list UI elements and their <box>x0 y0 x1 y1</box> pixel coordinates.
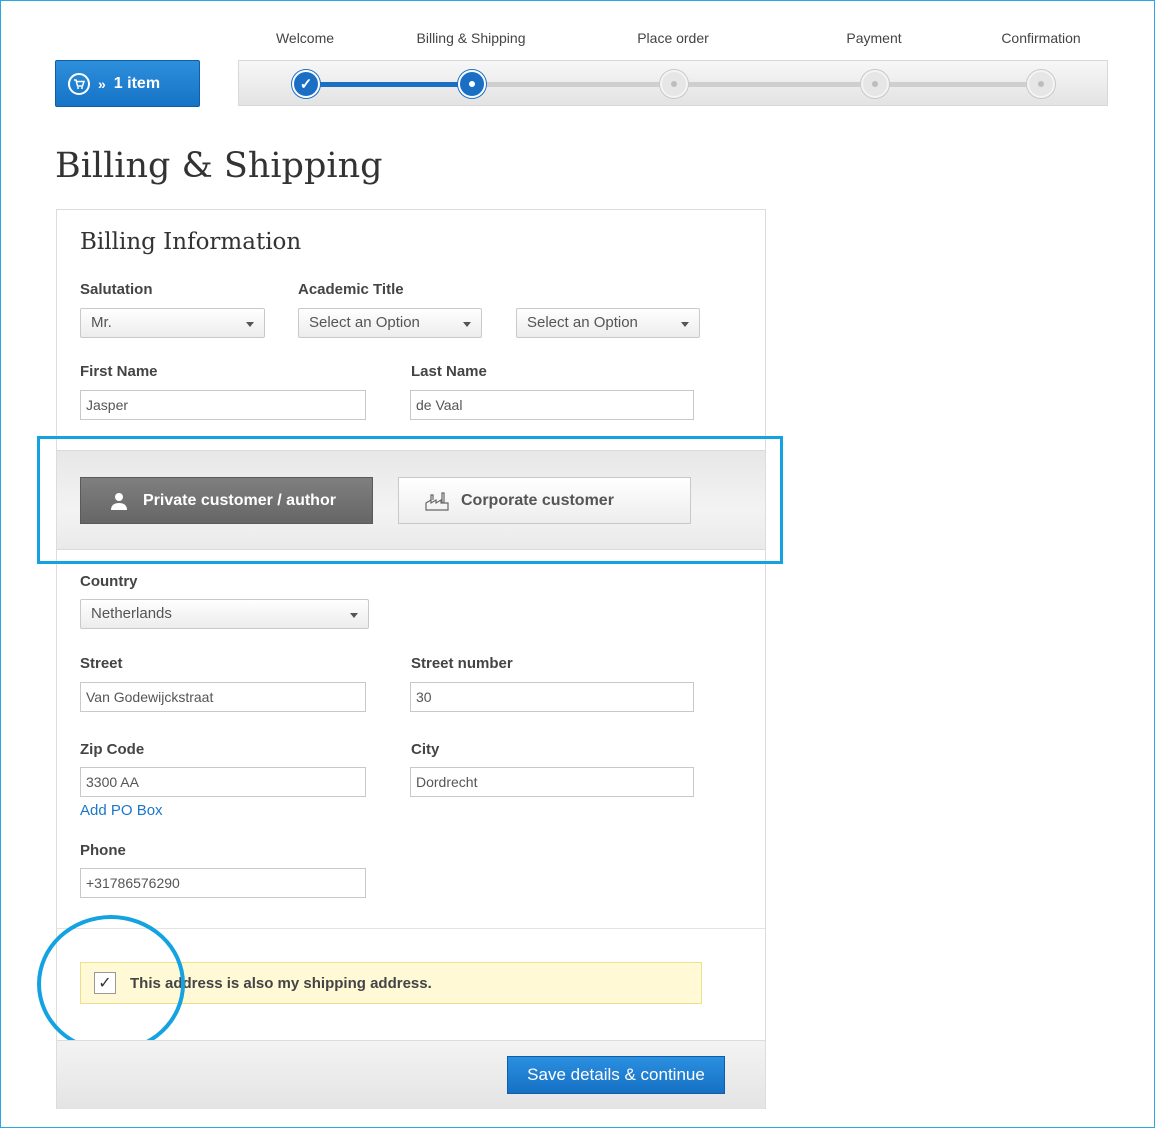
person-icon <box>99 492 139 510</box>
city-field[interactable]: Dordrecht <box>410 767 694 797</box>
street-number-label: Street number <box>411 655 513 672</box>
country-label: Country <box>80 573 138 590</box>
academic-title-value: Select an Option <box>309 314 420 331</box>
cart-count-label: 1 item <box>113 74 161 92</box>
zip-code-field[interactable]: 3300 AA <box>80 767 366 797</box>
academic-title-secondary-select[interactable]: Select an Option <box>516 308 700 338</box>
checkout-progress-bar: ✓ <box>238 60 1108 106</box>
street-label: Street <box>80 655 123 672</box>
step-dot-confirmation <box>1027 70 1055 98</box>
zip-code-label: Zip Code <box>80 741 145 758</box>
chevron-down-icon <box>246 322 254 327</box>
step-label-payment: Payment <box>846 30 902 46</box>
billing-section-title: Billing Information <box>80 229 302 255</box>
country-value: Netherlands <box>91 605 172 622</box>
check-icon: ✓ <box>98 975 112 992</box>
step-label-confirmation: Confirmation <box>1001 30 1081 46</box>
step-label-welcome: Welcome <box>275 30 335 46</box>
street-field[interactable]: Van Godewijckstraat <box>80 682 366 712</box>
first-name-label: First Name <box>80 363 158 380</box>
step-dot-place-order <box>660 70 688 98</box>
phone-field[interactable]: +31786576290 <box>80 868 366 898</box>
step-dot-billing-shipping <box>458 70 486 98</box>
same-shipping-checkbox[interactable]: ✓ <box>94 972 116 994</box>
same-shipping-label[interactable]: This address is also my shipping address… <box>130 975 432 992</box>
corporate-customer-button[interactable]: Corporate customer <box>398 477 691 524</box>
step-dot-welcome[interactable]: ✓ <box>292 70 320 98</box>
private-customer-button[interactable]: Private customer / author <box>80 477 373 524</box>
salutation-label: Salutation <box>80 281 153 298</box>
salutation-value: Mr. <box>91 314 112 331</box>
save-continue-button[interactable]: Save details & continue <box>507 1056 725 1094</box>
step-label-billing-shipping: Billing & Shipping <box>416 30 526 46</box>
check-icon: ✓ <box>299 76 313 93</box>
chevron-down-icon <box>463 322 471 327</box>
chevron-double-right-icon: » <box>98 75 106 92</box>
factory-icon <box>417 491 457 511</box>
shipping-address-notice: ✓ This address is also my shipping addre… <box>80 962 702 1004</box>
last-name-field[interactable]: de Vaal <box>410 390 694 420</box>
progress-track-todo <box>472 82 1041 87</box>
city-label: City <box>411 741 440 758</box>
street-number-field[interactable]: 30 <box>410 682 694 712</box>
checkout-steps-labels: Welcome Billing & Shipping Place order P… <box>0 30 1155 50</box>
academic-title-secondary-value: Select an Option <box>527 314 638 331</box>
private-customer-label: Private customer / author <box>143 491 336 509</box>
section-divider <box>57 928 765 929</box>
page-title: Billing & Shipping <box>55 146 383 186</box>
last-name-label: Last Name <box>411 363 487 380</box>
cart-button[interactable]: » 1 item <box>55 60 200 107</box>
chevron-down-icon <box>350 613 358 618</box>
step-label-place-order: Place order <box>637 30 709 46</box>
first-name-field[interactable]: Jasper <box>80 390 366 420</box>
academic-title-label: Academic Title <box>298 281 404 298</box>
add-po-box-link[interactable]: Add PO Box <box>80 802 163 819</box>
academic-title-select[interactable]: Select an Option <box>298 308 482 338</box>
salutation-select[interactable]: Mr. <box>80 308 265 338</box>
step-dot-payment <box>861 70 889 98</box>
cart-icon <box>68 72 90 95</box>
progress-track-done <box>306 82 472 87</box>
chevron-down-icon <box>681 322 689 327</box>
corporate-customer-label: Corporate customer <box>461 491 614 509</box>
country-select[interactable]: Netherlands <box>80 599 369 629</box>
phone-label: Phone <box>80 842 126 859</box>
